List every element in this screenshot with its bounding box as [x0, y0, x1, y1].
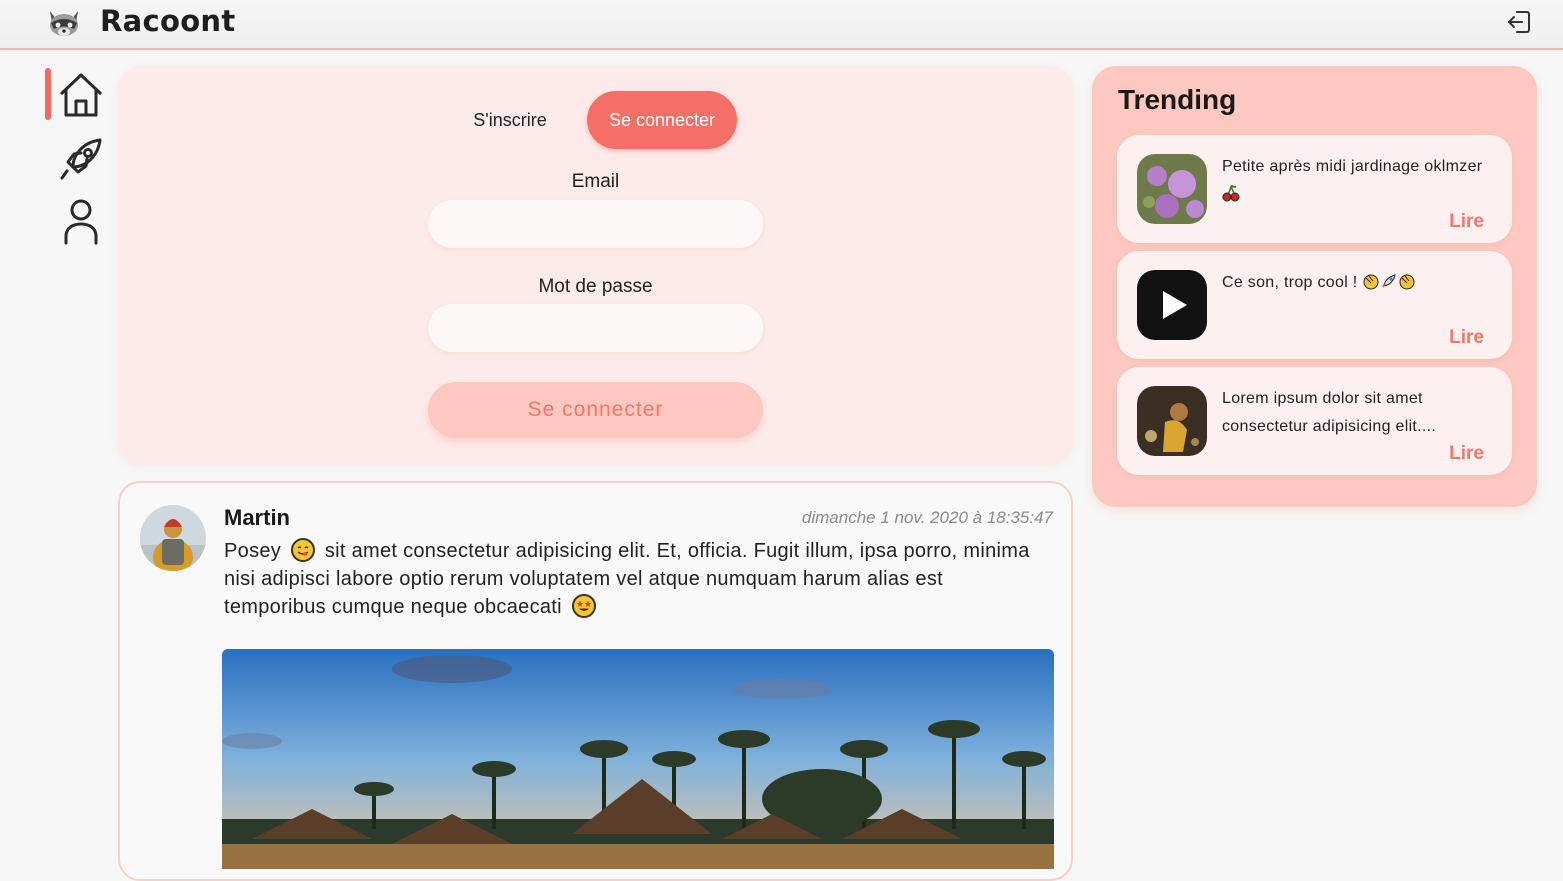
email-field[interactable] [428, 200, 763, 248]
yum-emoji-icon [290, 538, 315, 562]
rocket-emoji-icon [1382, 274, 1396, 288]
trending-title: Trending [1118, 84, 1237, 115]
clap-icon [1363, 274, 1379, 290]
trending-text: Ce son, trop cool ! [1222, 269, 1492, 297]
password-label: Mot de passe [538, 276, 653, 297]
trending-card[interactable]: Petite après midi jardinage oklmzer Lire [1117, 135, 1512, 243]
tab-login[interactable]: Se connecter [587, 91, 737, 149]
raccoon-logo-icon[interactable] [46, 5, 82, 39]
trending-text: Lorem ipsum dolor sit amet consectetur a… [1222, 390, 1437, 435]
video-play-icon [1137, 270, 1207, 340]
read-link[interactable]: Lire [1449, 443, 1484, 465]
post-card: Martin dimanche 1 nov. 2020 à 18:35:47 P… [118, 481, 1073, 881]
post-text: Posey sit amet consectetur adipisicing e… [224, 537, 1044, 621]
nav-active-indicator [45, 68, 51, 120]
read-link[interactable]: Lire [1449, 211, 1484, 233]
trending-thumbnail [1137, 386, 1207, 456]
home-icon[interactable] [56, 70, 106, 120]
read-link[interactable]: Lire [1449, 327, 1484, 349]
password-field[interactable] [428, 304, 763, 352]
email-label: Email [571, 171, 620, 192]
post-text-start: Posey [224, 540, 282, 562]
post-author[interactable]: Martin [224, 505, 290, 531]
post-image[interactable] [222, 649, 1054, 869]
rocket-icon[interactable] [56, 134, 106, 184]
trending-card[interactable]: Lorem ipsum dolor sit amet consectetur a… [1117, 367, 1512, 475]
logout-icon[interactable] [1505, 8, 1533, 36]
top-header: Racoont [0, 0, 1563, 50]
app-title: Racoont [100, 4, 236, 38]
avatar[interactable] [140, 505, 206, 571]
login-panel: S'inscrire Se connecter Email Mot de pas… [118, 66, 1073, 464]
cherries-icon [1222, 185, 1240, 202]
star-struck-emoji-icon [571, 594, 596, 618]
clap-icon [1399, 274, 1415, 290]
login-submit-button[interactable]: Se connecter [428, 382, 763, 438]
trending-text: Petite après midi jardinage oklmzer [1222, 153, 1492, 209]
trending-thumbnail [1137, 154, 1207, 224]
post-text-body: sit amet consectetur adipisicing elit. E… [224, 540, 1030, 618]
user-icon[interactable] [56, 196, 106, 246]
trending-card[interactable]: Ce son, trop cool ! Lire [1117, 251, 1512, 359]
tab-signup[interactable]: S'inscrire [448, 91, 572, 149]
trending-panel: Trending Petite après midi jardinage okl… [1092, 66, 1537, 507]
post-date: dimanche 1 nov. 2020 à 18:35:47 [801, 508, 1053, 527]
